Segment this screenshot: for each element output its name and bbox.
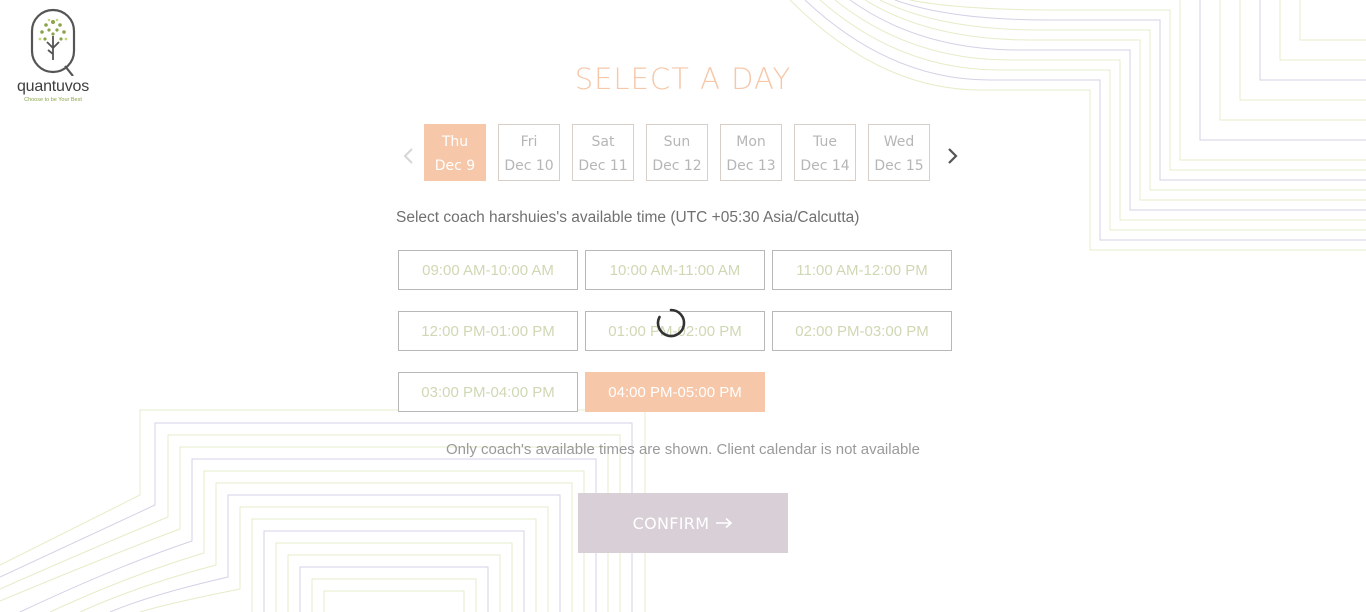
chevron-right-icon [948, 148, 958, 164]
day-option-sat[interactable]: Sat Dec 11 [572, 124, 634, 181]
booking-page: quantuvos Choose to be Your Best SELECT … [0, 0, 1366, 612]
confirm-label: CONFIRM [632, 513, 710, 533]
day-weekday: Tue [813, 134, 837, 150]
day-weekday: Fri [520, 134, 538, 150]
day-weekday: Mon [736, 134, 766, 150]
time-slot-1200[interactable]: 12:00 PM-01:00 PM [398, 311, 578, 351]
time-slot-0900[interactable]: 09:00 AM-10:00 AM [398, 250, 578, 290]
day-weekday: Wed [883, 134, 915, 150]
time-slot-1000[interactable]: 10:00 AM-11:00 AM [585, 250, 765, 290]
decorative-lines-bottom-left [0, 409, 646, 612]
availability-text: Select coach harshuies's available time … [396, 209, 860, 226]
spinner-icon [656, 308, 686, 338]
page-title: SELECT A DAY [574, 62, 792, 96]
day-selector: Thu Dec 9 Fri Dec 10 Sat Dec 11 Sun Dec … [396, 124, 970, 184]
day-option-thu[interactable]: Thu Dec 9 [424, 124, 486, 181]
day-date: Dec 13 [726, 158, 776, 174]
brand-logo[interactable]: quantuvos Choose to be Your Best [8, 8, 98, 112]
chevron-left-icon [403, 148, 413, 164]
time-slot-1600[interactable]: 04:00 PM-05:00 PM [585, 372, 765, 412]
day-date: Dec 10 [504, 158, 554, 174]
next-days-button[interactable] [943, 146, 963, 166]
day-weekday: Sat [591, 134, 615, 150]
time-slot-1100[interactable]: 11:00 AM-12:00 PM [772, 250, 952, 290]
time-slot-1500[interactable]: 03:00 PM-04:00 PM [398, 372, 578, 412]
time-slot-1400[interactable]: 02:00 PM-03:00 PM [772, 311, 952, 351]
day-date: Dec 15 [874, 158, 924, 174]
day-weekday: Sun [663, 134, 691, 150]
day-weekday: Thu [441, 134, 469, 150]
day-option-sun[interactable]: Sun Dec 12 [646, 124, 708, 181]
day-option-wed[interactable]: Wed Dec 15 [868, 124, 930, 181]
confirm-button[interactable]: CONFIRM [578, 493, 788, 553]
arrow-right-icon [716, 517, 733, 529]
day-date: Dec 11 [578, 158, 628, 174]
brand-tagline: Choose to be Your Best [24, 97, 82, 103]
day-option-fri[interactable]: Fri Dec 10 [498, 124, 560, 181]
day-option-tue[interactable]: Tue Dec 14 [794, 124, 856, 181]
previous-days-button[interactable] [398, 146, 418, 166]
availability-note: Only coach's available times are shown. … [446, 441, 920, 458]
day-date: Dec 12 [652, 158, 702, 174]
day-date: Dec 14 [800, 158, 850, 174]
day-option-mon[interactable]: Mon Dec 13 [720, 124, 782, 181]
day-date: Dec 9 [434, 158, 476, 174]
